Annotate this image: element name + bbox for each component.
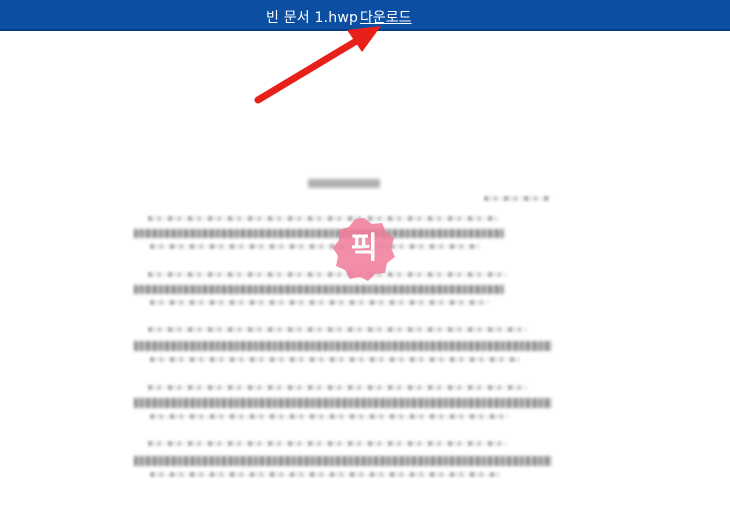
- stamp-text: 픽: [350, 231, 378, 266]
- blurred-line: [150, 472, 500, 477]
- document-title: 빈 문서 1.hwp: [266, 10, 359, 26]
- blurred-heading: [308, 179, 380, 188]
- blurred-line: [134, 285, 504, 294]
- blurred-line: [134, 229, 504, 238]
- blurred-line: [148, 327, 528, 332]
- blurred-line: [134, 341, 552, 351]
- viewer-header-bar: 빈 문서 1.hwp 다운로드: [0, 0, 730, 31]
- blurred-line: [150, 414, 510, 419]
- blurred-line: [148, 216, 498, 221]
- blurred-line: [148, 385, 528, 390]
- blurred-line: [134, 456, 552, 466]
- blurred-line: [150, 357, 520, 362]
- blurred-line: [148, 441, 508, 446]
- blurred-line: [148, 272, 508, 277]
- blurred-date: [484, 196, 550, 201]
- blurred-line: [134, 398, 552, 408]
- watermark-stamp: 픽: [331, 216, 397, 282]
- blurred-line: [150, 244, 480, 249]
- blurred-line: [150, 300, 490, 305]
- download-link[interactable]: 다운로드: [360, 7, 412, 27]
